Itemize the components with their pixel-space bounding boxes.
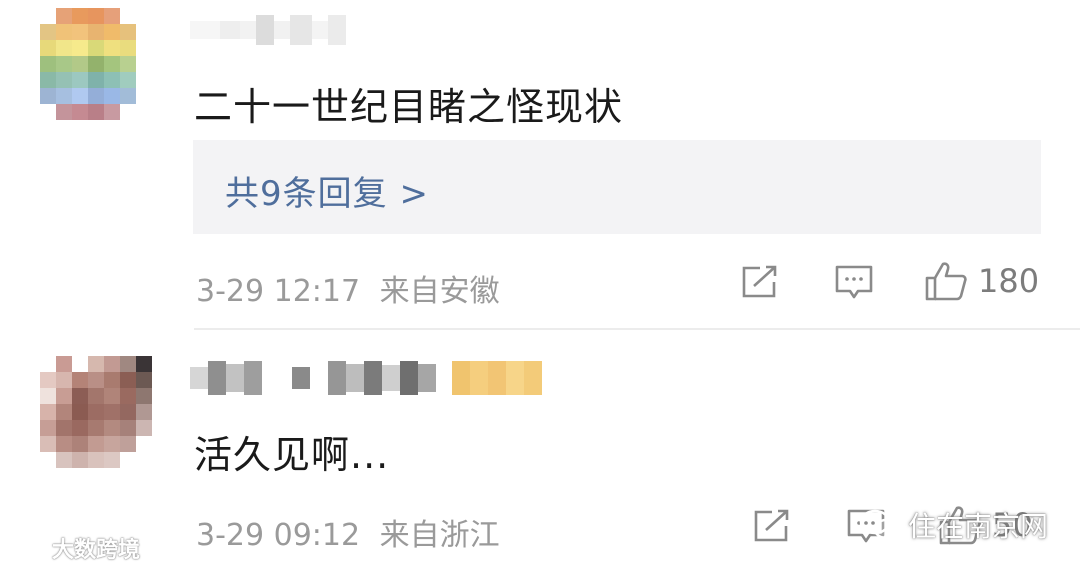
location: 来自浙江 (379, 518, 500, 553)
share-icon (742, 265, 777, 298)
comment-text: 二十一世纪目睹之怪现状 (194, 85, 624, 129)
thumbs-up-icon (925, 262, 967, 301)
timestamp: 3-29 12:17 (196, 274, 361, 309)
avatar[interactable] (40, 356, 152, 468)
share-button[interactable] (752, 508, 792, 544)
view-replies-link[interactable]: 共9条回复 > (225, 166, 429, 215)
watermark-text: 大数跨境 (52, 538, 141, 563)
avatar[interactable] (40, 8, 152, 120)
username-blurred[interactable] (190, 12, 346, 48)
comment-button[interactable] (834, 264, 874, 302)
location: 来自安徽 (379, 274, 500, 309)
comment-meta: 3-29 12:17 来自安徽 (196, 266, 500, 310)
divider (194, 328, 1080, 330)
comment-meta: 3-29 09:12 来自浙江 (196, 510, 500, 554)
share-button[interactable] (740, 264, 780, 300)
weibo-logo-icon (8, 538, 43, 560)
like-button[interactable]: 180 (924, 260, 1039, 302)
share-icon (754, 509, 789, 542)
timestamp: 3-29 09:12 (196, 518, 361, 553)
like-count: 180 (978, 262, 1040, 300)
watermark-text: 住在南京网 (908, 510, 1049, 543)
watermark-right: 住在南京网 (858, 505, 1048, 545)
comment-icon (835, 265, 873, 299)
wechat-logo-icon (859, 509, 899, 540)
watermark-left: 大数跨境 (8, 532, 140, 564)
replies-box[interactable]: 共9条回复 > (193, 140, 1041, 234)
comment-text: 活久见啊... (194, 433, 390, 477)
username-blurred[interactable] (190, 360, 542, 396)
